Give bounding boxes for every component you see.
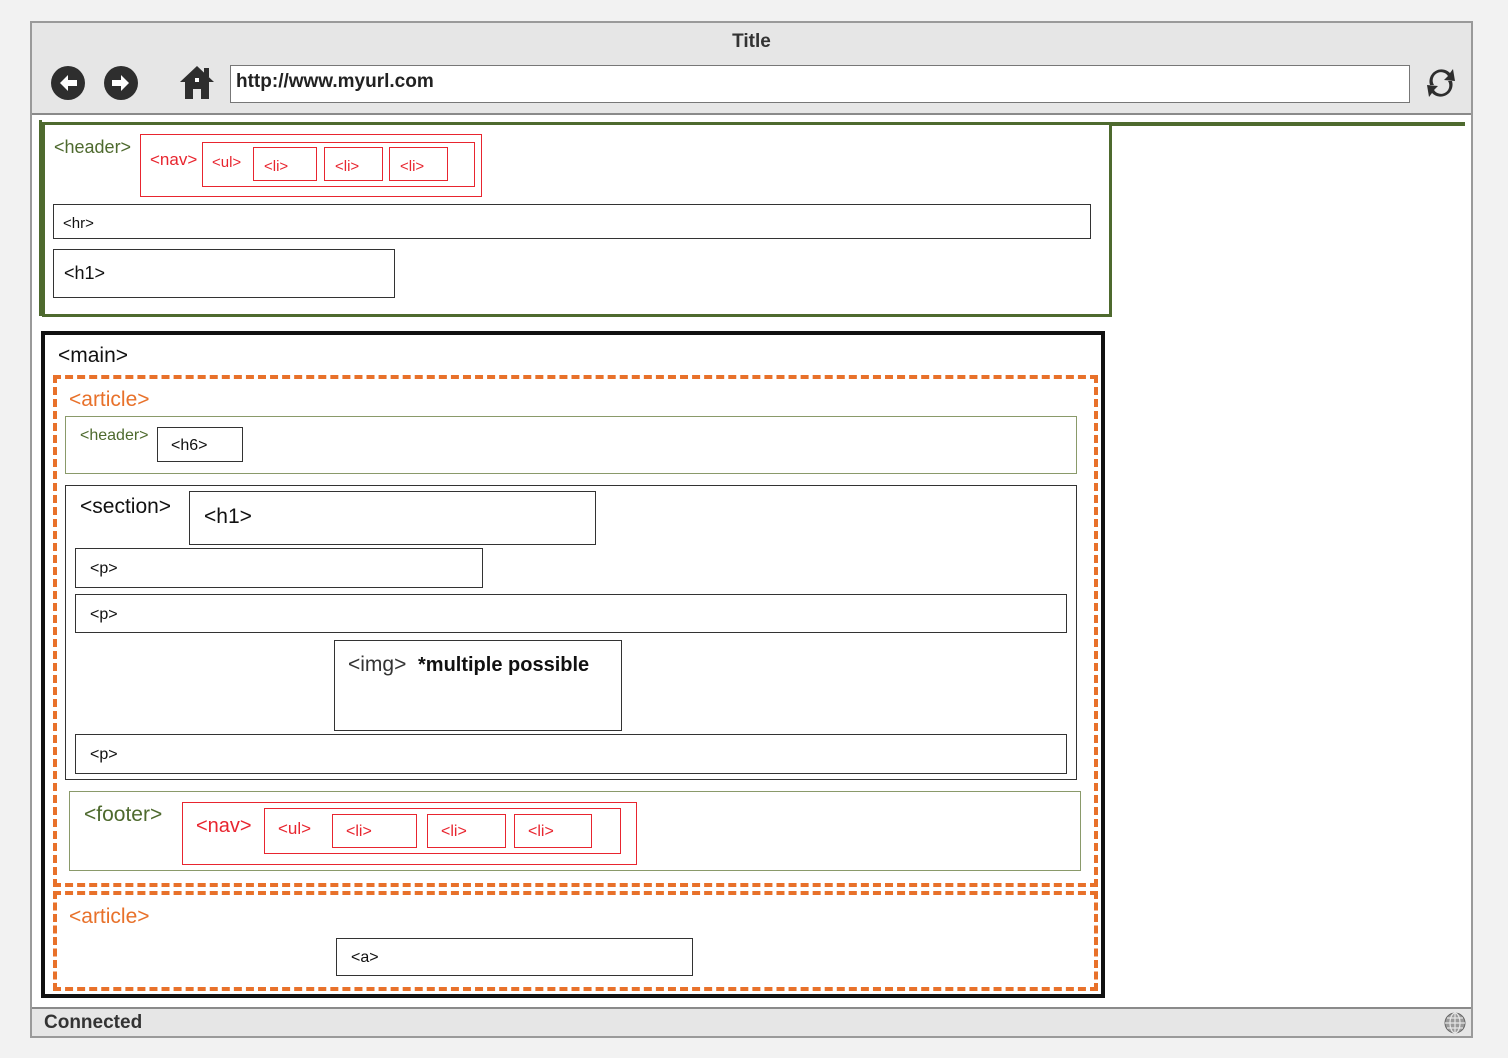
- anchor-box: <a>: [336, 938, 693, 976]
- window-title: Title: [732, 31, 771, 52]
- globe-icon: [1443, 1011, 1467, 1035]
- home-icon[interactable]: [178, 63, 216, 101]
- footer-li-box: <li>: [332, 814, 417, 848]
- li-box: <li>: [253, 147, 317, 181]
- h6-box: <h6>: [157, 427, 243, 462]
- li-tag-label: <li>: [264, 158, 289, 175]
- li-box: <li>: [324, 147, 383, 181]
- h1-tag-label: <h1>: [64, 263, 106, 283]
- paragraph-tag-label: <p>: [90, 606, 118, 623]
- hr-box: <hr>: [53, 204, 1091, 239]
- browser-toolbar: Title http://www.myurl.com: [32, 23, 1471, 115]
- main-tag-label: <main>: [58, 344, 129, 367]
- paragraph-box: <p>: [75, 734, 1067, 774]
- article-2-tag-label: <article>: [69, 905, 150, 928]
- img-tag-label: <img>: [348, 653, 407, 676]
- footer-li-tag-label: <li>: [441, 823, 467, 840]
- ul-tag-label: <ul>: [212, 154, 242, 171]
- img-box: <img> *multiple possible: [334, 640, 622, 731]
- anchor-tag-label: <a>: [351, 949, 379, 966]
- header-extension-line: [1112, 122, 1465, 126]
- h6-tag-label: <h6>: [171, 437, 208, 454]
- paragraph-tag-label: <p>: [90, 560, 118, 577]
- status-bar: Connected: [32, 1007, 1471, 1036]
- back-arrow-icon[interactable]: [51, 66, 85, 100]
- paragraph-box: <p>: [75, 548, 483, 588]
- section-h1-box: <h1>: [189, 491, 596, 545]
- status-text: Connected: [44, 1012, 143, 1033]
- footer-li-tag-label: <li>: [346, 823, 372, 840]
- article-header-tag-label: <header>: [80, 427, 149, 444]
- footer-li-tag-label: <li>: [528, 823, 554, 840]
- url-address-input[interactable]: http://www.myurl.com: [230, 65, 1410, 103]
- paragraph-tag-label: <p>: [90, 746, 118, 763]
- footer-nav-tag-label: <nav>: [196, 815, 252, 837]
- section-tag-label: <section>: [80, 495, 172, 518]
- li-box: <li>: [389, 147, 448, 181]
- hr-tag-label: <hr>: [63, 215, 94, 232]
- section-h1-tag-label: <h1>: [204, 505, 252, 528]
- footer-li-box: <li>: [514, 814, 592, 848]
- img-note-label: *multiple possible: [418, 654, 590, 676]
- footer-ul-tag-label: <ul>: [278, 819, 312, 838]
- nav-tag-label: <nav>: [150, 150, 198, 169]
- footer-tag-label: <footer>: [84, 803, 163, 826]
- li-tag-label: <li>: [335, 158, 360, 175]
- paragraph-box: <p>: [75, 594, 1067, 633]
- article-tag-label: <article>: [69, 388, 150, 411]
- h1-box: <h1>: [53, 249, 395, 298]
- footer-li-box: <li>: [427, 814, 506, 848]
- forward-arrow-icon[interactable]: [104, 66, 138, 100]
- refresh-icon[interactable]: [1422, 63, 1460, 103]
- li-tag-label: <li>: [400, 158, 425, 175]
- header-tag-label: <header>: [54, 137, 132, 157]
